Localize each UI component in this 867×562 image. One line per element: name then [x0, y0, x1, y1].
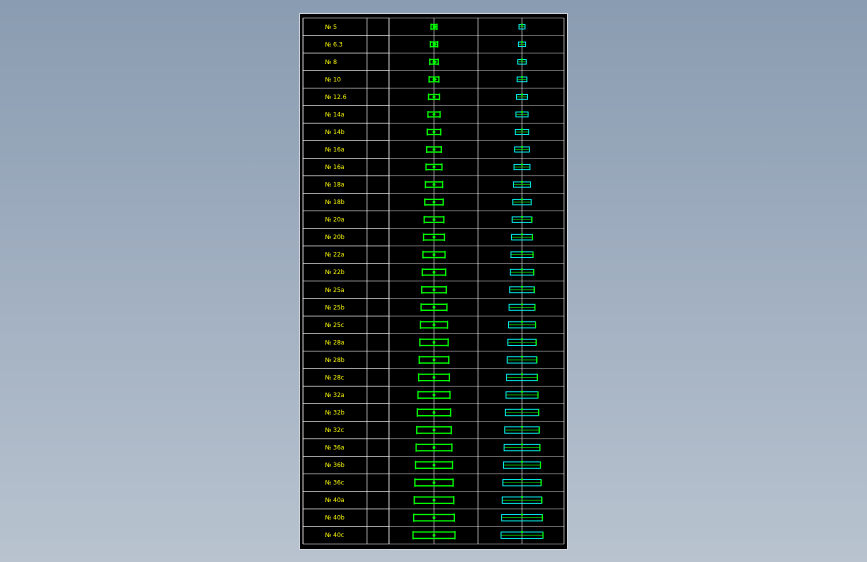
section-center-dot [432, 428, 436, 432]
row-label: № 36c [325, 480, 344, 487]
section-center-dot [432, 95, 436, 99]
plan-dot [520, 303, 524, 306]
row-label: № 40a [325, 497, 345, 504]
row-label: № 40c [325, 532, 344, 539]
plan-dot [520, 110, 524, 114]
plan-dot [520, 285, 524, 288]
row-label: № 36a [325, 445, 345, 452]
section-center-dot [432, 235, 436, 239]
row-label: № 28c [325, 374, 344, 381]
row-label: № 32b [325, 410, 345, 417]
row-label: № 36b [325, 462, 345, 469]
row-label: № 28b [325, 357, 345, 364]
section-center-dot [432, 516, 436, 520]
plan-dot [520, 23, 524, 26]
section-center-dot [432, 288, 436, 292]
plan-dot [520, 198, 524, 201]
plan-dot [520, 128, 524, 131]
row-label: № 20b [325, 234, 345, 241]
row-label: № 22b [325, 269, 345, 276]
row-label: № 10 [325, 76, 341, 83]
section-center-dot [432, 533, 436, 537]
plan-dot [520, 233, 524, 236]
plan-dot [520, 40, 524, 44]
row-label: № 16a [325, 147, 345, 154]
plan-dot [520, 373, 524, 376]
section-center-dot [432, 270, 436, 274]
plan-dot [520, 180, 524, 184]
row-label: № 5 [325, 24, 337, 31]
row-label: № 16a [325, 164, 345, 171]
section-center-dot [432, 376, 436, 379]
row-label: № 32a [325, 392, 345, 399]
row-label: № 20a [325, 217, 345, 224]
row-label: № 18a [325, 182, 345, 189]
plan-dot [520, 93, 524, 96]
section-center-dot [432, 498, 436, 502]
plan-dot [520, 530, 524, 534]
plan-dot [520, 478, 524, 481]
plan-dot [520, 513, 524, 516]
row-label: № 18b [325, 199, 345, 206]
section-center-dot [432, 305, 436, 309]
row-label: № 32c [325, 427, 344, 434]
plan-dot [520, 58, 524, 61]
section-center-dot [432, 358, 436, 362]
plan-dot [520, 268, 524, 271]
plan-dot [520, 390, 524, 393]
plan-dot [520, 215, 524, 218]
plan-dot [520, 338, 524, 341]
row-label: № 14b [325, 129, 345, 136]
section-center-dot [432, 446, 436, 449]
plan-dot [520, 495, 524, 499]
section-center-dot [432, 183, 436, 186]
section-center-dot [432, 411, 436, 414]
section-center-dot [432, 393, 436, 397]
plan-dot [520, 425, 524, 428]
plan-dot [520, 355, 524, 358]
section-center-dot [432, 463, 436, 467]
section-center-dot [432, 200, 436, 204]
section-center-dot [432, 148, 436, 151]
section-center-dot [432, 130, 436, 134]
section-center-dot [432, 323, 436, 327]
section-center-dot [432, 218, 436, 222]
channel-steel-table-drawing: № 5 № 6.3 № 8 № 10 № 12.6 № 14a № 14b № 16a № 16… [302, 17, 565, 545]
plan-dot [520, 163, 524, 166]
row-label: № 25b [325, 304, 345, 311]
row-label: № 6.3 [325, 41, 343, 48]
row-label: № 28a [325, 339, 345, 346]
plan-dot [520, 145, 524, 149]
plan-dot [520, 408, 524, 411]
row-label: № 12.6 [325, 94, 347, 101]
plan-dot [520, 250, 524, 253]
row-label: № 40b [325, 515, 345, 522]
section-center-dot [432, 481, 436, 485]
row-label: № 8 [325, 59, 337, 66]
plan-dot [520, 443, 524, 446]
row-label: № 22a [325, 252, 345, 259]
row-label: № 14a [325, 111, 345, 118]
section-center-dot [432, 165, 436, 169]
row-label: № 25c [325, 322, 344, 329]
plan-dot [520, 75, 524, 79]
cad-drawing-viewport[interactable]: № 5 № 6.3 № 8 № 10 № 12.6 № 14a № 14b № 16a № 16… [299, 13, 568, 550]
section-center-dot [432, 340, 436, 344]
plan-dot [520, 320, 524, 323]
section-center-dot [432, 253, 436, 257]
row-label: № 25a [325, 287, 345, 294]
section-center-dot [432, 113, 436, 116]
plan-dot [520, 460, 524, 463]
